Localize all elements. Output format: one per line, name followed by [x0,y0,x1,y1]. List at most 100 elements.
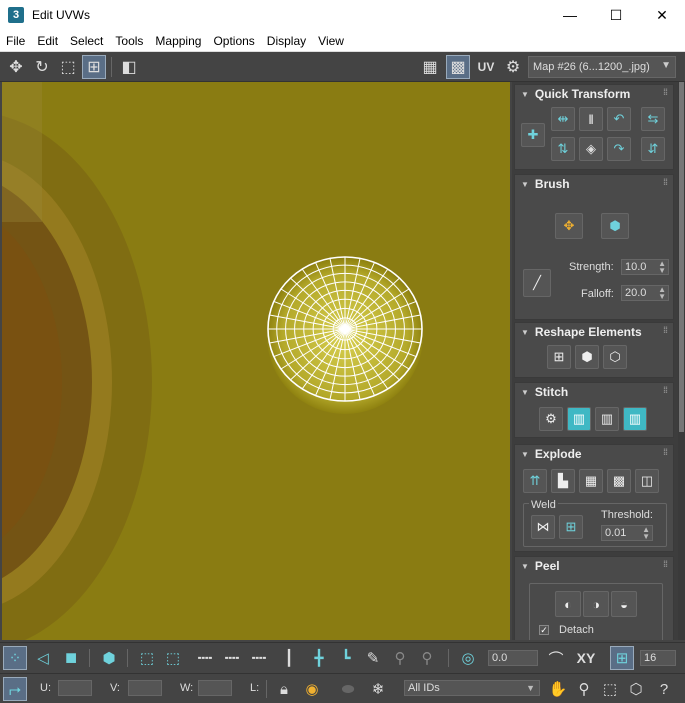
falloff-spinner[interactable]: 20.0 ▲ ▼ [621,285,669,301]
align-to-edge-button[interactable]: ◈ [579,137,603,161]
minimize-button[interactable]: — [547,0,593,30]
zoom-extents-icon[interactable]: ⬡ [624,677,648,701]
scrollbar-thumb[interactable] [679,82,684,432]
rollout-header[interactable]: ▼ Explode ⁞⁞ [515,445,673,463]
zoom-region-icon[interactable]: ⬚ [598,677,622,701]
v-field[interactable] [128,680,162,696]
edge-mode-icon[interactable]: ◁ [31,646,55,670]
vertex-mode-icon[interactable]: ⁘ [3,646,27,670]
maximize-button[interactable]: ☐ [593,0,639,30]
flatten-by-smoothing-button[interactable]: ▩ [607,469,631,493]
show-map-icon[interactable]: ▩ [446,55,470,79]
grow-selection-icon[interactable]: ⬚ [135,646,159,670]
rotate-ccw-button[interactable]: ↶ [607,107,631,131]
polygon-mode-icon[interactable]: ■ [59,646,83,670]
mirror-icon[interactable]: ◧ [117,55,141,79]
set-pivot-button[interactable]: ✚ [521,123,545,147]
uv-mesh[interactable] [267,256,423,402]
menu-file[interactable]: File [0,30,31,52]
relax-brush-button[interactable]: ⬢ [601,213,629,239]
peel-reset-button[interactable]: ◒ [611,591,637,617]
move-icon[interactable]: ✥ [4,55,28,79]
w-field[interactable] [198,680,232,696]
weld-target-button[interactable]: ⊞ [559,515,583,539]
loop-shrink-icon[interactable]: ╍╍ [247,646,271,670]
rollout-header[interactable]: ▼ Brush ⁞⁞ [515,175,673,193]
stitch-to-target-button[interactable]: ▥ [623,407,647,431]
brush-falloff-button[interactable]: ╱ [523,269,551,297]
ring-grow-icon[interactable]: ╋ [307,646,331,670]
checker-pattern-icon[interactable]: ▦ [418,55,442,79]
show-hidden-icon[interactable]: ◉ [300,677,324,701]
rotate-cw-button[interactable]: ↷ [607,137,631,161]
align-horizontal-button[interactable]: ⇹ [551,107,575,131]
paint-select-icon[interactable]: ✎ [361,646,385,670]
quick-peel-button[interactable]: ◐ [555,591,581,617]
element-mode-icon[interactable]: ⬢ [97,646,121,670]
stitch-average-button[interactable]: ▥ [595,407,619,431]
straighten-button[interactable]: ‖ [579,107,603,131]
menu-display[interactable]: Display [261,30,312,52]
menu-view[interactable]: View [312,30,350,52]
flatten-by-polygon-button[interactable]: ▦ [579,469,603,493]
break-button[interactable]: ⇈ [523,469,547,493]
detach-edges-button[interactable]: ▙ [551,469,575,493]
loop-select-icon[interactable]: ╍╍ [193,646,217,670]
flatten-by-material-button[interactable]: ◫ [635,469,659,493]
paint-shrink-icon[interactable]: ⚲ [415,646,439,670]
menu-mapping[interactable]: Mapping [149,30,207,52]
pan-icon[interactable]: ✋ [546,677,570,701]
panel-scrollbar[interactable] [678,82,685,640]
space-horizontal-button[interactable]: ⇆ [641,107,665,131]
u-field[interactable] [58,680,92,696]
freeze-icon[interactable]: ❄ [366,677,390,701]
lock-icon[interactable]: 🔒︎ [272,677,296,701]
ring-shrink-icon[interactable]: ┗ [334,646,358,670]
rollout-header[interactable]: ▼ Quick Transform ⁞⁞ [515,85,673,103]
absolute-offset-icon[interactable]: ⮣ [3,677,27,701]
threshold-spinner[interactable]: 0.01 ▲ ▼ [601,525,653,541]
grid-snap-icon[interactable]: ⊞ [610,646,634,670]
uv-toggle[interactable]: UV [474,55,498,79]
menu-select[interactable]: Select [64,30,109,52]
paint-grow-icon[interactable]: ⚲ [388,646,412,670]
ring-select-icon[interactable]: ┃ [277,646,301,670]
menu-edit[interactable]: Edit [31,30,64,52]
loop-grow-icon[interactable]: ╍╍ [220,646,244,670]
align-vertical-button[interactable]: ⇅ [551,137,575,161]
falloff-curve-icon[interactable]: ⌒ [544,646,568,670]
help-icon[interactable]: ? [652,677,676,701]
zoom-icon[interactable]: ⚲ [572,677,596,701]
grid-size-field[interactable]: 16 [640,650,676,666]
scale-icon[interactable]: ⬚ [56,55,80,79]
detach-checkbox[interactable]: ✓ [539,625,549,635]
shrink-selection-icon[interactable]: ⬚ [161,646,185,670]
close-button[interactable]: ✕ [639,0,685,30]
relax-button[interactable]: ⬢ [575,345,599,369]
peel-mode-button[interactable]: ◑ [583,591,609,617]
rollout-header[interactable]: ▼ Stitch ⁞⁞ [515,383,673,401]
soft-selection-angle-field[interactable]: 0.0 [488,650,538,666]
menu-options[interactable]: Options [207,30,260,52]
material-id-dropdown[interactable]: All IDs ▼ [404,680,540,696]
space-vertical-button[interactable]: ⇵ [641,137,665,161]
uv-canvas[interactable] [2,82,510,640]
freeform-mode-icon[interactable]: ⊞ [82,54,106,79]
weld-selected-button[interactable]: ⋈ [531,515,555,539]
relax-settings-button[interactable]: ⬡ [603,345,627,369]
map-dropdown[interactable]: Map #26 (6...1200_.jpg) ▼ [528,56,676,78]
stitch-to-source-button[interactable]: ▥ [567,407,591,431]
hide-icon[interactable]: ⬬ [336,677,360,701]
rotate-icon[interactable]: ↻ [30,55,54,79]
uv-viewport[interactable] [2,82,510,640]
texture-settings-icon[interactable]: ⚙ [501,55,525,79]
paint-move-button[interactable]: ✥ [555,213,583,239]
menu-tools[interactable]: Tools [109,30,149,52]
strength-spinner[interactable]: 10.0 ▲ ▼ [621,259,669,275]
rollout-header[interactable]: ▼ Reshape Elements ⁞⁞ [515,323,673,341]
xy-toggle[interactable]: XY [572,646,600,670]
straighten-selection-button[interactable]: ⊞ [547,345,571,369]
stitch-custom-button[interactable]: ⚙ [539,407,563,431]
soft-selection-icon[interactable]: ◎ [456,646,480,670]
rollout-header[interactable]: ▼ Peel ⁞⁞ [515,557,673,575]
